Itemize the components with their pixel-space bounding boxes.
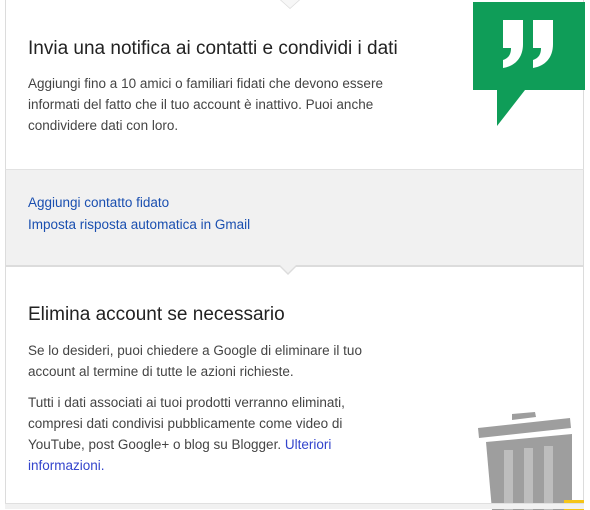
hangouts-quote-icon bbox=[473, 2, 585, 126]
delete-paragraph-2: Tutti i dati associati ai tuoi prodotti … bbox=[28, 392, 388, 476]
notify-description: Aggiungi fino a 10 amici o familiari fid… bbox=[28, 76, 383, 133]
card-pointer-fill bbox=[279, 264, 297, 273]
delete-title: Elimina account se necessario bbox=[28, 304, 285, 325]
trash-can-icon bbox=[478, 412, 584, 510]
gmail-autoreply-link[interactable]: Imposta risposta automatica in Gmail bbox=[28, 217, 250, 232]
card-pointer-fill bbox=[281, 0, 299, 8]
notify-title: Invia una notifica ai contatti e condivi… bbox=[28, 38, 398, 59]
bottom-divider bbox=[5, 503, 584, 509]
add-trusted-contact-link[interactable]: Aggiungi contatto fidato bbox=[28, 195, 169, 210]
delete-paragraph-1: Se lo desideri, puoi chiedere a Google d… bbox=[28, 343, 362, 379]
